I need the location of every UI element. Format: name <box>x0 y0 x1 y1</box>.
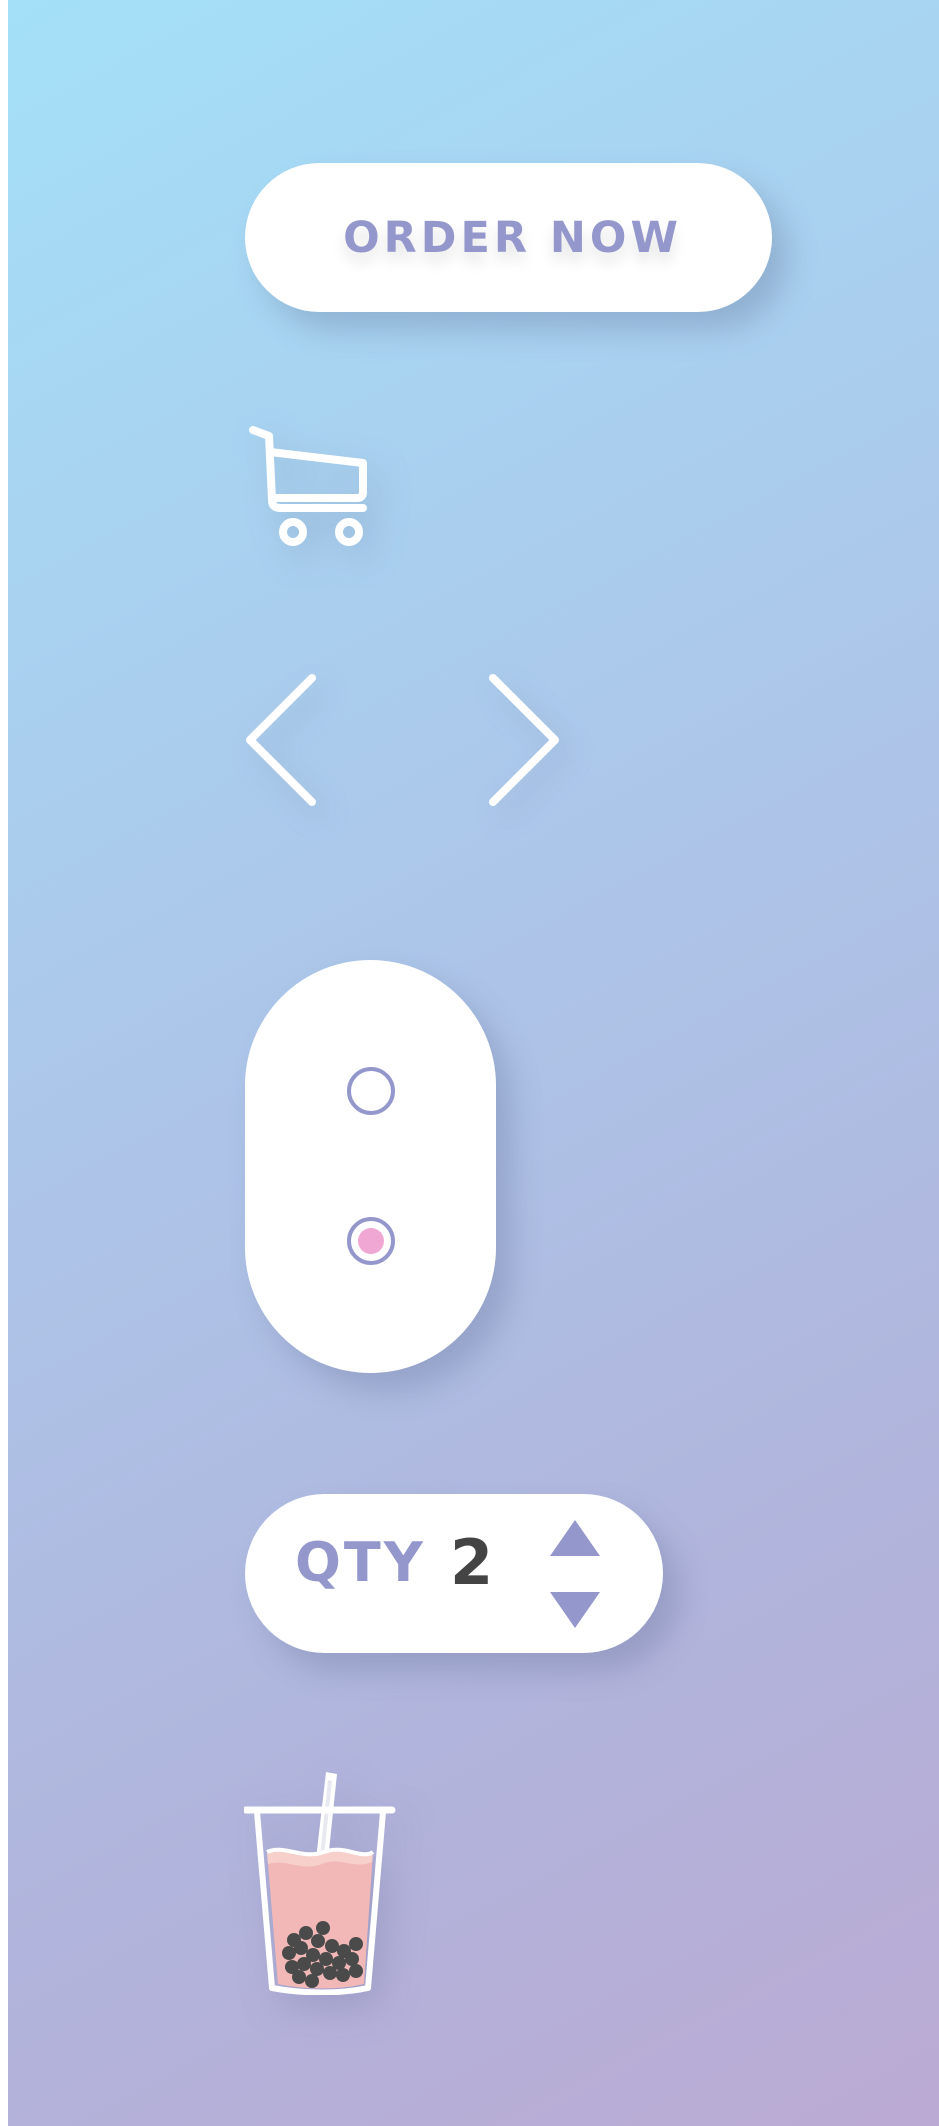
chevron-right-icon[interactable] <box>483 670 565 810</box>
quantity-value: 2 <box>450 1526 494 1599</box>
radio-option-2-selected[interactable] <box>347 1217 395 1265</box>
cart-icon[interactable] <box>243 420 383 560</box>
order-now-button[interactable]: ORDER NOW <box>245 163 772 312</box>
quantity-stepper: QTY 2 <box>245 1494 663 1653</box>
order-now-label: ORDER NOW <box>343 212 682 263</box>
radio-option-1[interactable] <box>347 1067 395 1115</box>
ui-kit-canvas: ORDER NOW QTY 2 <box>8 0 939 2126</box>
chevron-left-icon[interactable] <box>240 670 322 810</box>
triangle-down-icon[interactable] <box>550 1592 600 1628</box>
radio-selected-dot <box>358 1228 384 1254</box>
bubble-tea-icon <box>244 1772 396 1995</box>
quantity-label: QTY <box>295 1531 426 1594</box>
radio-group <box>245 960 496 1373</box>
triangle-up-icon[interactable] <box>550 1520 600 1556</box>
